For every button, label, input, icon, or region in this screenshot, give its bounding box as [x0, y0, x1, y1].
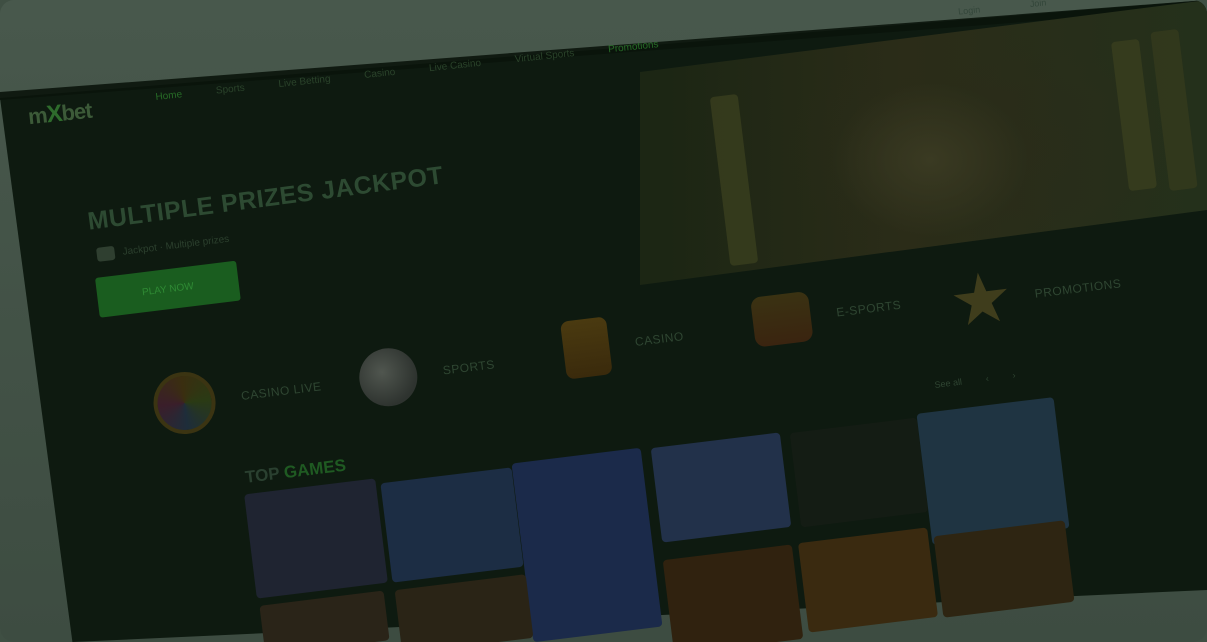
- screenshot-card: Login Join mXbet Home Sports Live Bettin…: [0, 0, 1207, 642]
- dim-overlay: [0, 0, 1207, 642]
